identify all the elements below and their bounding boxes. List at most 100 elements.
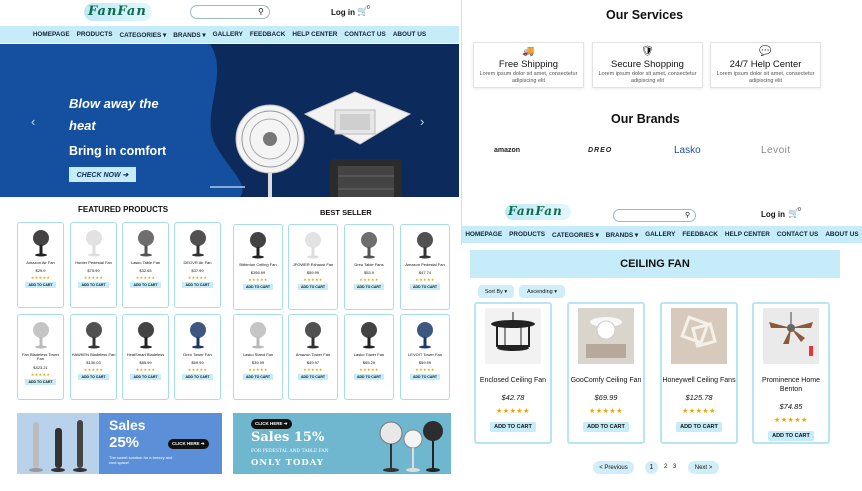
nav-item[interactable]: PRODUCTS: [77, 31, 113, 38]
nav-item[interactable]: BRANDS ▾: [173, 31, 205, 39]
add-to-cart-button[interactable]: ADD TO CART: [78, 374, 109, 381]
nav-item[interactable]: FEEDBACK: [682, 231, 718, 238]
add-to-cart-button[interactable]: ADD TO CART: [25, 282, 56, 289]
nav-item[interactable]: HELP CENTER: [292, 31, 337, 38]
product-card[interactable]: HAWKEN Bladeless Fan $130.03 ★★★★★ ADD TO C…: [70, 314, 117, 400]
product-card[interactable]: Amazon Tower Fan $49.97 ★★★★★ ADD TO CART: [288, 314, 338, 400]
product-card[interactable]: Amazon Air Fan $29.9 ★★★★★ ADD TO CART: [17, 222, 64, 308]
brand-amazon[interactable]: amazon: [494, 147, 520, 154]
product-price: $69.99: [191, 360, 204, 366]
add-to-cart-button[interactable]: ADD TO CART: [182, 282, 213, 289]
login-link[interactable]: Log in: [331, 8, 355, 17]
login-link-2[interactable]: Log in: [761, 210, 785, 219]
prev-page-button[interactable]: < Previous: [593, 461, 634, 474]
add-to-cart-button[interactable]: ADD TO CART: [409, 284, 441, 291]
rating-stars: ★★★★★: [303, 277, 323, 283]
search-input-2[interactable]: [613, 209, 696, 222]
bestseller-title: BEST SELLER: [320, 208, 372, 217]
nav-item[interactable]: CATEGORIES ▾: [552, 231, 599, 239]
product-card[interactable]: Lasko Tower Fan $65.29 ★★★★★ ADD TO CART: [344, 314, 394, 400]
add-to-cart-button[interactable]: ADD TO CART: [490, 421, 536, 432]
rating-stars: ★★★★★: [135, 367, 156, 373]
add-to-cart-button[interactable]: ADD TO CART: [297, 284, 329, 291]
banner2-cta[interactable]: CLICK HERE ➔: [251, 419, 292, 429]
product-card[interactable]: Amazon Pedestal Fan $47.74 ★★★★★ ADD TO CAR…: [400, 224, 450, 310]
sort-by-select[interactable]: Sort By ▾: [478, 285, 514, 298]
product-name: LEVOIT Tower Fan: [408, 352, 442, 357]
next-page-button[interactable]: Next >: [688, 461, 719, 474]
rating-stars: ★★★★★: [496, 407, 530, 415]
add-to-cart-button[interactable]: ADD TO CART: [242, 374, 274, 381]
add-to-cart-button[interactable]: ADD TO CART: [25, 378, 56, 385]
hero-next-arrow[interactable]: ›: [420, 114, 424, 129]
nav-item[interactable]: GALLERY: [213, 31, 243, 38]
service-desc: Lorem ipsum dolor sit amet, consectetur …: [598, 71, 697, 84]
hero-prev-arrow[interactable]: ‹: [31, 114, 35, 129]
product-name: Prominence Home Benton: [762, 377, 820, 393]
nav-item[interactable]: CATEGORIES ▾: [120, 31, 167, 39]
nav-item[interactable]: HELP CENTER: [725, 231, 770, 238]
product-card[interactable]: Dreo Tower Fan $69.99 ★★★★★ ADD TO CART: [174, 314, 221, 400]
add-to-cart-button[interactable]: ADD TO CART: [676, 421, 722, 432]
add-to-cart-button[interactable]: ADD TO CART: [353, 374, 385, 381]
hero-cta-button[interactable]: CHECK NOW ➔: [69, 167, 136, 182]
logo-text: FanFan: [88, 4, 147, 19]
add-to-cart-button[interactable]: ADD TO CART: [130, 374, 161, 381]
order-select[interactable]: Ascending ▾: [519, 285, 565, 298]
product-card[interactable]: Prominence Home Benton $74.85 ★★★★★ ADD TO …: [752, 302, 830, 444]
add-to-cart-button[interactable]: ADD TO CART: [182, 374, 213, 381]
add-to-cart-button[interactable]: ADD TO CART: [583, 421, 629, 432]
banner1-cta[interactable]: CLICK HERE ➔: [168, 439, 209, 449]
page-3[interactable]: 3: [673, 464, 676, 470]
nav-item[interactable]: ABOUT US: [825, 231, 858, 238]
hero-banner: ‹ › Blow away the heat Bring in comfort …: [0, 44, 459, 197]
nav-item[interactable]: HOMEPAGE: [465, 231, 502, 238]
nav-item[interactable]: CONTACT US: [777, 231, 818, 238]
product-card[interactable]: Fan Bladeless Tower Fan $423.21 ★★★★★ ADD T…: [17, 314, 64, 400]
service-desc: Lorem ipsum dolor sit amet, consectetur …: [479, 71, 578, 84]
add-to-cart-button[interactable]: ADD TO CART: [353, 284, 385, 291]
product-card[interactable]: DEGVR Air Fan $37.99 ★★★★★ ADD TO CART: [174, 222, 221, 308]
page-1[interactable]: 1: [645, 461, 658, 474]
service-title: Secure Shopping: [611, 59, 684, 70]
add-to-cart-button[interactable]: ADD TO CART: [130, 282, 161, 289]
product-price: $266.99: [250, 270, 266, 276]
product-card[interactable]: Lasko Stand Fan $39.99 ★★★★★ ADD TO CART: [233, 314, 283, 400]
brand-levoit[interactable]: Levoit: [761, 145, 791, 156]
product-card[interactable]: JFOWER Exhaust Fan $59.99 ★★★★★ ADD TO CART: [288, 224, 338, 310]
service-title: 24/7 Help Center: [729, 59, 802, 70]
nav-item[interactable]: FEEDBACK: [250, 31, 286, 38]
brand-lasko[interactable]: Lasko: [674, 145, 701, 156]
product-card[interactable]: Honeywell Ceiling Fans $125.78 ★★★★★ ADD TO…: [660, 302, 738, 444]
page-2[interactable]: 2: [664, 464, 667, 470]
product-name: Bitbirdon Ceiling Fan: [239, 262, 277, 267]
sales-banner-25[interactable]: Sales 25% CLICK HERE ➔ The sweet solutio…: [17, 413, 222, 474]
product-card[interactable]: Lasko Table Fan $32.65 ★★★★★ ADD TO CART: [122, 222, 169, 308]
sales-banner-15[interactable]: CLICK HERE ➔ Sales 15% FOR PEDESTAL AND …: [233, 413, 451, 474]
product-card[interactable]: Enclosed Ceiling Fan $42.78 ★★★★★ ADD TO CA…: [474, 302, 552, 444]
product-card[interactable]: Bitbirdon Ceiling Fan $266.99 ★★★★★ ADD TO …: [233, 224, 283, 310]
nav-item[interactable]: BRANDS ▾: [606, 231, 638, 239]
product-price: $74.85: [779, 401, 803, 411]
product-card[interactable]: LEVOIT Tower Fan $59.99 ★★★★★ ADD TO CART: [400, 314, 450, 400]
add-to-cart-wrap: ADD TO CART: [662, 415, 736, 433]
search-icon[interactable]: ⚲: [258, 7, 264, 16]
nav-item[interactable]: ABOUT US: [393, 31, 426, 38]
nav-item[interactable]: CONTACT US: [344, 31, 385, 38]
add-to-cart-button[interactable]: ADD TO CART: [297, 374, 329, 381]
search-icon-2[interactable]: ⚲: [685, 211, 690, 219]
brand-dreo[interactable]: DREO: [588, 147, 612, 154]
product-card[interactable]: Dreo Table Fans $53.9 ★★★★★ ADD TO CART: [344, 224, 394, 310]
add-to-cart-button[interactable]: ADD TO CART: [242, 284, 274, 291]
product-price: $65.29: [362, 360, 376, 366]
product-card[interactable]: HeatSmart Bladeless $85.99 ★★★★★ ADD TO CAR…: [122, 314, 169, 400]
nav-item[interactable]: PRODUCTS: [509, 231, 545, 238]
add-to-cart-button[interactable]: ADD TO CART: [78, 282, 109, 289]
add-to-cart-button[interactable]: ADD TO CART: [768, 430, 814, 441]
add-to-cart-button[interactable]: ADD TO CART: [409, 374, 441, 381]
nav-item[interactable]: HOMEPAGE: [33, 31, 70, 38]
nav-item[interactable]: GALLERY: [645, 231, 675, 238]
product-card[interactable]: GooComfy Ceiling Fan $69.99 ★★★★★ ADD TO CA…: [567, 302, 645, 444]
product-card[interactable]: Hunter Pedestal Fan $75.99 ★★★★★ ADD TO CAR…: [70, 222, 117, 308]
product-price: $59.99: [306, 270, 320, 276]
